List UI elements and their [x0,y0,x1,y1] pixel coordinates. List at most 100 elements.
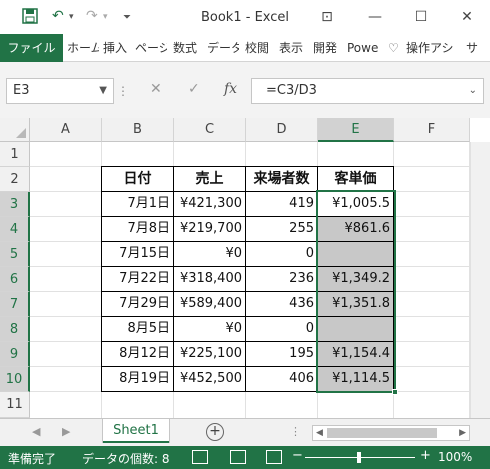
cell-visitors[interactable]: 236 [246,267,317,291]
name-box[interactable]: E3 ▼ [6,78,114,104]
cell-sales[interactable]: ¥318,400 [174,267,245,291]
tab-data[interactable]: データ [207,34,239,62]
table-header-date[interactable]: 日付 [102,167,173,191]
row-header-2[interactable]: 2 [0,167,30,192]
cell-sales[interactable]: ¥589,400 [174,292,245,316]
column-header-f[interactable]: F [394,118,470,142]
sheet-tab-sheet1[interactable]: Sheet1 [103,419,169,443]
status-mode: 準備完了 [8,452,57,466]
zoom-slider[interactable] [305,452,415,463]
zoom-out-icon[interactable]: − [292,448,303,463]
row-header-11[interactable]: 11 [0,392,30,418]
cell-visitors[interactable]: 406 [246,367,317,391]
column-header-c[interactable]: C [174,118,246,142]
column-header-e[interactable]: E [318,118,394,142]
zoom-slider-knob[interactable] [357,452,361,463]
row-header-6[interactable]: 6 [0,267,30,292]
chevron-down-icon[interactable]: ▼ [99,79,107,103]
row-header-4[interactable]: 4 [0,217,30,242]
row-header-10[interactable]: 10 [0,367,30,392]
cell-sales[interactable]: ¥452,500 [174,367,245,391]
minimize-icon[interactable]: — [362,6,388,28]
enter-check-icon[interactable]: ✓ [188,81,200,97]
cell-date[interactable]: 7月22日 [102,267,173,291]
cell-unit-price[interactable]: ¥1,349.2 [318,267,393,291]
next-sheet-icon[interactable]: ▶ [62,425,70,438]
prev-sheet-icon[interactable]: ◀ [32,425,40,438]
scroll-left-icon[interactable]: ◀ [316,426,323,440]
scroll-right-icon[interactable]: ▶ [459,426,466,440]
cell-date[interactable]: 8月12日 [102,342,173,366]
row-header-7[interactable]: 7 [0,292,30,317]
normal-view-icon[interactable] [192,450,208,464]
tab-sign-in[interactable]: サ [466,34,488,62]
cell-date[interactable]: 8月19日 [102,367,173,391]
tab-review[interactable]: 校閲 [245,34,273,62]
cell-visitors[interactable]: 436 [246,292,317,316]
tab-home[interactable]: ホーム [67,34,99,62]
tab-power-pivot[interactable]: Powe [347,34,381,62]
cell-unit-price[interactable] [318,242,393,266]
tab-view[interactable]: 表示 [279,34,307,62]
cell-unit-price[interactable]: ¥861.6 [318,217,393,241]
row-header-1[interactable]: 1 [0,142,30,167]
page-break-view-icon[interactable] [266,450,282,464]
scroll-thumb[interactable] [327,428,437,438]
cell-sales[interactable]: ¥0 [174,242,245,266]
column-header-b[interactable]: B [102,118,174,142]
select-all-button[interactable] [0,118,30,142]
gridline [30,391,470,392]
cell-visitors[interactable]: 419 [246,192,317,216]
cell-visitors[interactable]: 0 [246,317,317,341]
table-header-sales[interactable]: 売上 [174,167,245,191]
cell-date[interactable]: 7月15日 [102,242,173,266]
ribbon-display-options-icon[interactable]: ⊡ [314,6,340,28]
page-layout-view-icon[interactable] [230,450,246,464]
row-header-5[interactable]: 5 [0,242,30,267]
tell-me-search[interactable]: 操作アシ [406,34,456,62]
cell-unit-price[interactable]: ¥1,005.5 [318,192,393,216]
cell-sales[interactable]: ¥421,300 [174,192,245,216]
cell-unit-price[interactable] [318,317,393,341]
table-header-unit-price[interactable]: 客単価 [318,167,393,191]
tab-insert[interactable]: 挿入 [103,34,131,62]
expand-formula-icon[interactable]: ⌄ [469,79,477,103]
cell-date[interactable]: 8月5日 [102,317,173,341]
horizontal-scrollbar[interactable]: ◀ ▶ [312,425,470,441]
cell-sales[interactable]: ¥0 [174,317,245,341]
formula-input[interactable]: =C3/D3 ⌄ [251,78,484,104]
cell-visitors[interactable]: 0 [246,242,317,266]
cell-date[interactable]: 7月8日 [102,217,173,241]
add-sheet-icon[interactable]: + [206,423,224,441]
tab-developer[interactable]: 開発 [313,34,341,62]
cell-date[interactable]: 7月1日 [102,192,173,216]
lightbulb-icon: ♡ [388,41,399,55]
row-header-9[interactable]: 9 [0,342,30,367]
cell-unit-price[interactable]: ¥1,114.5 [318,367,393,391]
tab-file[interactable]: ファイル [0,34,63,62]
cell-sales[interactable]: ¥219,700 [174,217,245,241]
cell-visitors[interactable]: 195 [246,342,317,366]
table-header-visitors[interactable]: 来場者数 [246,167,317,191]
close-icon[interactable]: ✕ [454,6,480,28]
row-header-3[interactable]: 3 [0,192,30,217]
column-header-a[interactable]: A [30,118,102,142]
worksheet-grid[interactable]: A B C D E F 1 2 3 4 5 6 7 8 9 10 11 日付 売… [0,118,490,418]
cell-unit-price[interactable]: ¥1,351.8 [318,292,393,316]
tab-page-layout[interactable]: ページ [135,34,167,62]
zoom-in-icon[interactable]: + [420,448,431,463]
cancel-icon[interactable]: ✕ [150,81,162,97]
cell-date[interactable]: 7月29日 [102,292,173,316]
row-header-8[interactable]: 8 [0,317,30,342]
tab-formulas[interactable]: 数式 [173,34,201,62]
vertical-scrollbar[interactable] [470,142,490,418]
cell-unit-price[interactable]: ¥1,154.4 [318,342,393,366]
zoom-level[interactable]: 100% [438,450,472,464]
tab-split-handle-icon[interactable]: ⋮ [290,425,301,438]
insert-function-icon[interactable]: fx [224,81,237,97]
cell-visitors[interactable]: 255 [246,217,317,241]
cell-sales[interactable]: ¥225,100 [174,342,245,366]
maximize-icon[interactable]: ☐ [408,6,434,28]
column-header-d[interactable]: D [246,118,318,142]
fill-handle[interactable] [392,389,398,395]
